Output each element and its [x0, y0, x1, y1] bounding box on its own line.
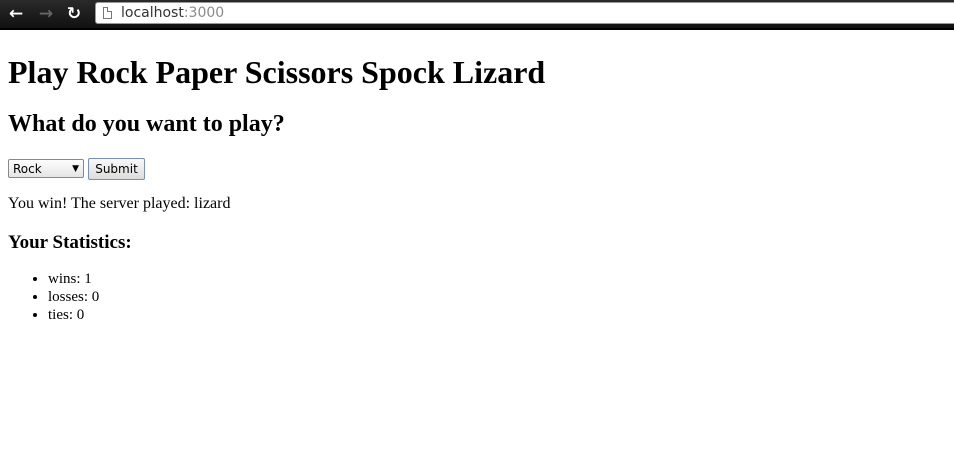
stats-list: wins: 1 losses: 0 ties: 0: [8, 270, 948, 324]
page-content: Play Rock Paper Scissors Spock Lizard Wh…: [8, 30, 948, 324]
play-form: Rock ▼ Submit: [8, 158, 948, 180]
address-bar[interactable]: localhost:3000: [95, 2, 954, 24]
stat-ties: ties: 0: [48, 306, 948, 324]
browser-toolbar: ← → ↻ localhost:3000: [0, 0, 954, 30]
stat-wins: wins: 1: [48, 270, 948, 288]
dropdown-arrow-icon: ▼: [72, 164, 79, 174]
url-text: localhost:3000: [121, 5, 224, 21]
move-select[interactable]: Rock ▼: [8, 159, 84, 178]
submit-button[interactable]: Submit: [88, 158, 145, 180]
stats-heading: Your Statistics:: [8, 232, 132, 253]
stat-losses: losses: 0: [48, 288, 948, 306]
play-prompt: What do you want to play?: [8, 111, 285, 137]
page-icon: [103, 7, 112, 19]
reload-icon[interactable]: ↻: [64, 4, 84, 24]
forward-arrow-icon[interactable]: →: [36, 4, 56, 24]
back-arrow-icon[interactable]: ←: [6, 4, 26, 24]
url-port: :3000: [183, 5, 225, 21]
url-host: localhost: [121, 5, 184, 21]
page-title: Play Rock Paper Scissors Spock Lizard: [8, 54, 546, 90]
move-select-value: Rock: [13, 162, 42, 176]
result-message: You win! The server played: lizard: [8, 195, 231, 212]
